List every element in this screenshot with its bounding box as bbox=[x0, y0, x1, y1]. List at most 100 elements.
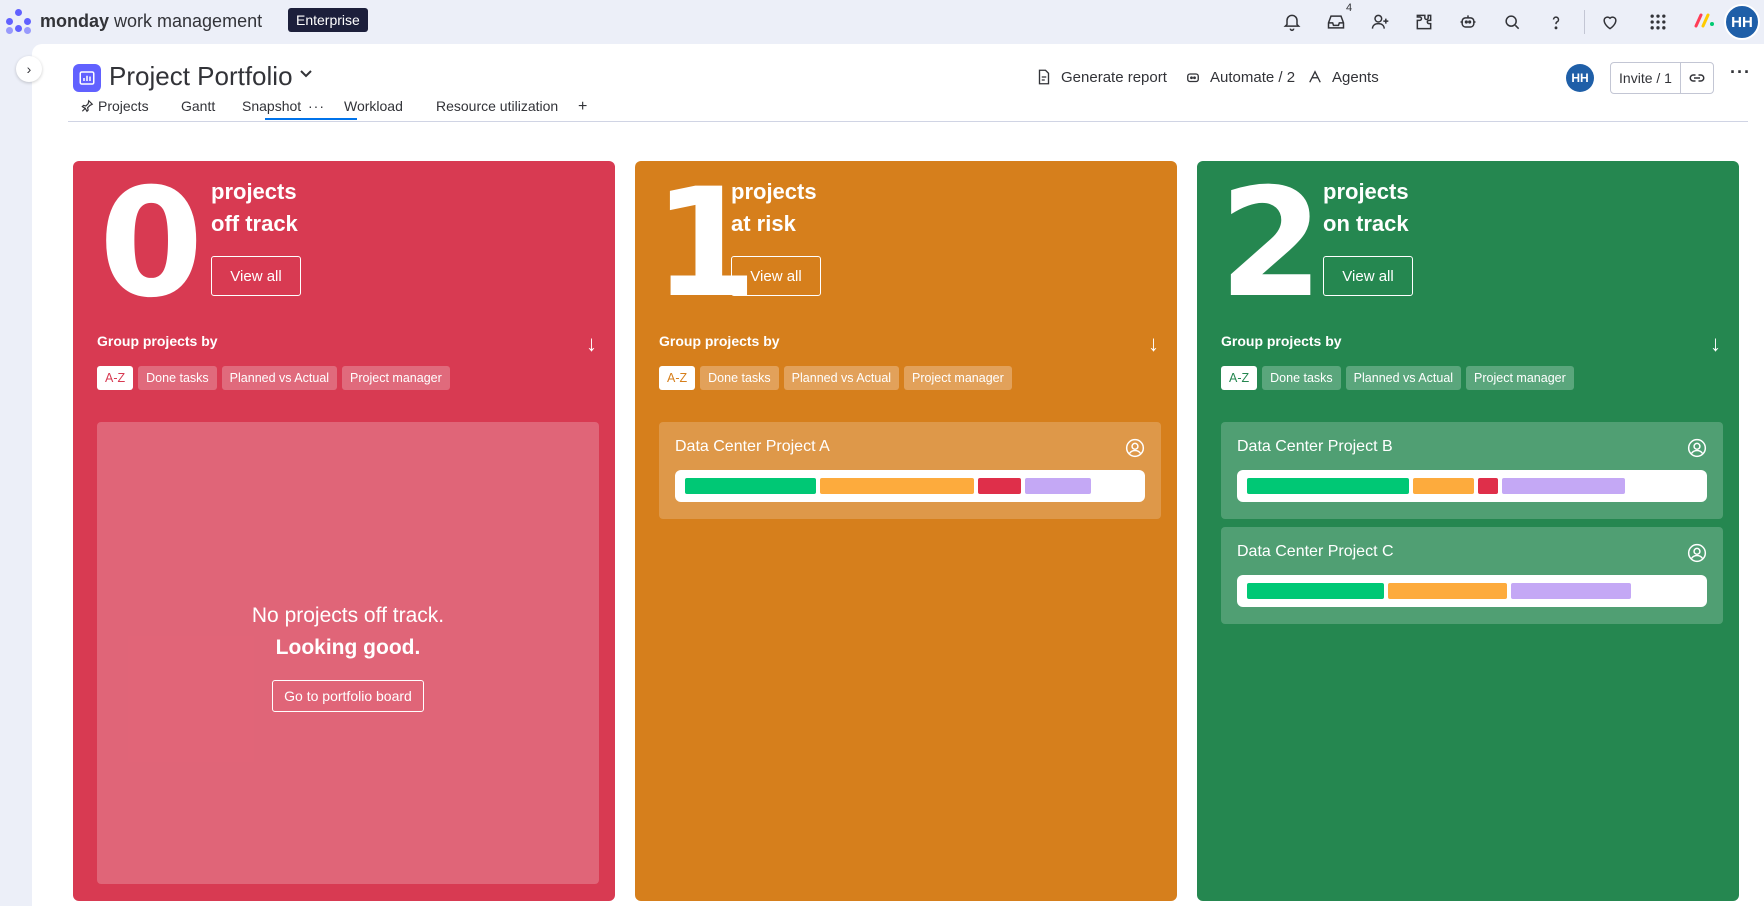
status-segment bbox=[1511, 583, 1631, 599]
project-card[interactable]: Data Center Project B bbox=[1221, 422, 1723, 519]
top-bar: monday work management Enterprise 4 HH bbox=[0, 0, 1764, 44]
monday-mark-icon[interactable] bbox=[1694, 12, 1716, 31]
chip-project-manager[interactable]: Project manager bbox=[1466, 366, 1574, 390]
automate-button[interactable]: Automate / 2 bbox=[1184, 68, 1295, 86]
at-risk-title-line2: at risk bbox=[731, 211, 796, 236]
plan-badge: Enterprise bbox=[288, 8, 368, 32]
board-title[interactable]: Project Portfolio bbox=[109, 61, 293, 92]
copy-link-icon[interactable] bbox=[1681, 63, 1713, 93]
top-bar-divider bbox=[1584, 10, 1585, 34]
chip-planned-vs-actual[interactable]: Planned vs Actual bbox=[221, 366, 338, 390]
chip-a-z[interactable]: A-Z bbox=[659, 366, 696, 390]
empty-state-submessage: Looking good. bbox=[275, 636, 421, 659]
task-status-bar bbox=[1237, 470, 1707, 502]
chip-a-z[interactable]: A-Z bbox=[97, 366, 134, 390]
inbox-count: 4 bbox=[1346, 2, 1353, 14]
invite-label: Invite / 1 bbox=[1611, 63, 1681, 93]
group-projects-by-label: Group projects by bbox=[659, 333, 780, 349]
invite-members-icon[interactable] bbox=[1368, 10, 1392, 34]
agents-button[interactable]: Agents bbox=[1306, 68, 1379, 86]
chip-done-tasks[interactable]: Done tasks bbox=[1262, 366, 1341, 390]
agents-icon bbox=[1309, 70, 1321, 83]
left-sidebar-collapsed bbox=[0, 44, 32, 906]
group-by-chips: A-Z Done tasks Planned vs Actual Project… bbox=[97, 366, 450, 390]
project-manager-avatar-icon[interactable] bbox=[1125, 438, 1145, 458]
tab-workload[interactable]: Workload bbox=[344, 98, 403, 114]
robot-icon bbox=[1187, 73, 1199, 83]
user-avatar[interactable]: HH bbox=[1724, 4, 1760, 40]
sort-arrow-down-icon[interactable]: ↓ bbox=[1710, 331, 1721, 357]
bell-icon[interactable] bbox=[1280, 10, 1304, 34]
status-segment bbox=[820, 478, 974, 494]
go-to-portfolio-board-button[interactable]: Go to portfolio board bbox=[272, 680, 424, 712]
generate-report-button[interactable]: Generate report bbox=[1035, 68, 1167, 86]
project-card[interactable]: Data Center Project C bbox=[1221, 527, 1723, 624]
at-risk-title-line1: projects bbox=[731, 179, 817, 204]
off-track-count: 0 bbox=[99, 157, 204, 331]
chip-project-manager[interactable]: Project manager bbox=[904, 366, 1012, 390]
chip-planned-vs-actual[interactable]: Planned vs Actual bbox=[1345, 366, 1462, 390]
status-segment bbox=[1502, 478, 1625, 494]
empty-state-message: No projects off track. bbox=[251, 604, 445, 627]
dashboard-icon bbox=[73, 64, 101, 92]
expand-sidebar-chevron-icon[interactable]: › bbox=[16, 56, 42, 82]
sort-arrow-down-icon[interactable]: ↓ bbox=[1148, 331, 1159, 357]
tab-projects[interactable]: Projects bbox=[80, 98, 149, 114]
add-view-button[interactable]: + bbox=[578, 98, 587, 116]
agents-label: Agents bbox=[1332, 68, 1379, 86]
help-icon[interactable] bbox=[1544, 10, 1568, 34]
view-all-on-track-button[interactable]: View all bbox=[1323, 256, 1413, 296]
view-all-at-risk-button[interactable]: View all bbox=[731, 256, 821, 296]
status-segment bbox=[1478, 478, 1499, 494]
off-track-title-line1: projects bbox=[211, 179, 297, 204]
invite-button[interactable]: Invite / 1 bbox=[1610, 62, 1714, 94]
task-status-bar bbox=[675, 470, 1145, 502]
ai-bot-icon[interactable] bbox=[1456, 10, 1480, 34]
on-track-title-line2: on track bbox=[1323, 211, 1409, 236]
inbox-icon[interactable] bbox=[1324, 10, 1348, 34]
sort-arrow-down-icon[interactable]: ↓ bbox=[586, 331, 597, 357]
status-segment bbox=[977, 478, 1022, 494]
report-icon bbox=[1038, 69, 1050, 85]
search-icon[interactable] bbox=[1500, 10, 1524, 34]
more-options-icon[interactable]: ··· bbox=[1730, 62, 1751, 83]
tab-snapshot-options-icon[interactable]: ··· bbox=[308, 98, 325, 114]
chip-done-tasks[interactable]: Done tasks bbox=[700, 366, 779, 390]
app-grid-icon[interactable] bbox=[1646, 10, 1670, 34]
status-segment bbox=[1247, 583, 1385, 599]
board-member-avatar[interactable]: HH bbox=[1566, 64, 1594, 92]
group-projects-by-label: Group projects by bbox=[1221, 333, 1342, 349]
status-segment bbox=[1247, 478, 1410, 494]
chip-project-manager[interactable]: Project manager bbox=[342, 366, 450, 390]
chip-done-tasks[interactable]: Done tasks bbox=[138, 366, 217, 390]
chip-a-z[interactable]: A-Z bbox=[1221, 366, 1258, 390]
monday-logo-icon bbox=[6, 9, 32, 34]
view-all-off-track-button[interactable]: View all bbox=[211, 256, 301, 296]
status-segment bbox=[1025, 478, 1092, 494]
chip-planned-vs-actual[interactable]: Planned vs Actual bbox=[783, 366, 900, 390]
project-card[interactable]: Data Center Project A bbox=[659, 422, 1161, 519]
off-track-title-line2: off track bbox=[211, 211, 298, 236]
tab-gantt[interactable]: Gantt bbox=[181, 98, 215, 114]
monday-logo[interactable]: monday work management bbox=[6, 9, 263, 34]
project-name: Data Center Project C bbox=[1237, 543, 1394, 560]
pin-icon bbox=[81, 99, 94, 113]
status-segment bbox=[1388, 583, 1508, 599]
project-name: Data Center Project A bbox=[675, 438, 830, 455]
tab-resource-utilization[interactable]: Resource utilization bbox=[436, 98, 558, 114]
group-projects-by-label: Group projects by bbox=[97, 333, 218, 349]
project-manager-avatar-icon[interactable] bbox=[1687, 543, 1707, 563]
heart-icon[interactable] bbox=[1598, 10, 1622, 34]
tab-snapshot[interactable]: Snapshot bbox=[242, 98, 301, 114]
project-name: Data Center Project B bbox=[1237, 438, 1393, 455]
active-tab-indicator bbox=[265, 118, 357, 120]
project-manager-avatar-icon[interactable] bbox=[1687, 438, 1707, 458]
brand-name: monday work management bbox=[40, 10, 263, 31]
chevron-down-icon[interactable] bbox=[299, 66, 313, 84]
on-track-count: 2 bbox=[1219, 157, 1324, 331]
status-segment bbox=[1413, 478, 1475, 494]
off-track-card: 0 projects off track View all Group proj… bbox=[73, 161, 615, 901]
at-risk-card: 1 projects at risk View all Group projec… bbox=[635, 161, 1177, 901]
empty-state: No projects off track. Looking good. Go … bbox=[97, 422, 599, 884]
apps-puzzle-icon[interactable] bbox=[1412, 10, 1436, 34]
